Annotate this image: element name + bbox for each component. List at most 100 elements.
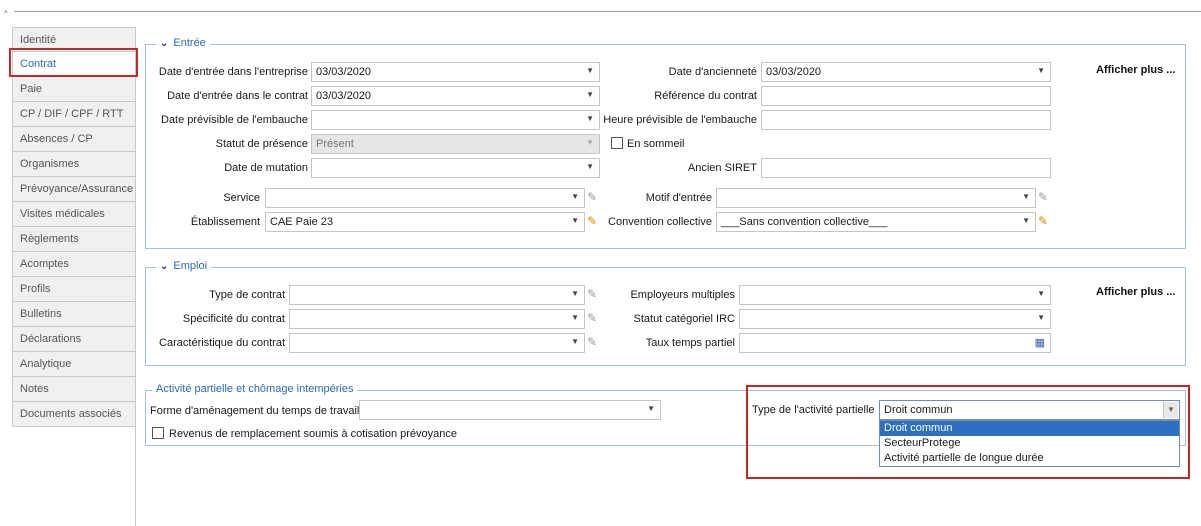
edit-pencil-icon[interactable]: ✎ [1038,214,1048,228]
date-anciennete-value: 03/03/2020 [766,66,822,78]
sidebar-item-cp-dif[interactable]: CP / DIF / CPF / RTT [12,102,136,127]
etablissement-label: Établissement [190,216,260,228]
dropdown-arrow-icon: ▼ [586,138,594,147]
top-divider [14,11,1201,12]
sidebar-item-prevoyance[interactable]: Prévoyance/Assurance [12,177,136,202]
edit-pencil-icon[interactable]: ✎ [587,190,597,204]
dropdown-arrow-icon[interactable]: ▼ [647,404,655,413]
emploi-group-header[interactable]: ⌄ Emploi [156,260,212,272]
specificite-label: Spécificité du contrat [182,313,285,325]
dropdown-arrow-icon[interactable]: ▼ [571,216,579,225]
date-mutation-field[interactable]: ▼ [311,158,600,178]
etablissement-field[interactable]: CAE Paie 23 ▼ [265,212,585,232]
sidebar-item-reglements[interactable]: Règlements [12,227,136,252]
sidebar-item-profils[interactable]: Profils [12,277,136,302]
en-sommeil-label: En sommeil [627,138,685,150]
dropdown-arrow-icon[interactable]: ▼ [1037,289,1045,298]
highlight-type-activite [746,385,1190,479]
entree-title: Entrée [173,37,206,49]
service-label: Service [223,192,260,204]
date-entree-entreprise-field[interactable]: 03/03/2020 ▼ [311,62,600,82]
dropdown-arrow-icon[interactable]: ▼ [571,192,579,201]
sidebar: Identité Contrat Paie CP / DIF / CPF / R… [12,27,136,427]
date-entree-entreprise-value: 03/03/2020 [316,66,372,78]
date-entree-contrat-value: 03/03/2020 [316,90,372,102]
dropdown-arrow-icon[interactable]: ▼ [586,114,594,123]
sidebar-item-visites[interactable]: Visites médicales [12,202,136,227]
forme-field[interactable]: ▼ [359,400,661,420]
dropdown-arrow-icon[interactable]: ▼ [586,90,594,99]
sidebar-item-absences[interactable]: Absences / CP [12,127,136,152]
heure-previsible-field[interactable] [761,110,1051,130]
date-entree-contrat-label: Date d'entrée dans le contrat [167,90,308,102]
revenus-checkbox[interactable] [152,427,164,439]
edit-pencil-icon[interactable]: ✎ [587,287,597,301]
specificite-field[interactable]: ▼ [289,309,585,329]
forme-label: Forme d'aménagement du temps de travail [150,405,360,417]
taux-temps-partiel-label: Taux temps partiel [645,337,735,349]
employeurs-multiples-field[interactable]: ▼ [739,285,1051,305]
emploi-title: Emploi [173,260,208,272]
edit-pencil-icon[interactable]: ✎ [587,214,597,228]
collapse-caret-icon[interactable]: ‸ [4,0,8,13]
statut-presence-field: Présent ▼ [311,134,600,154]
service-field[interactable]: ▼ [265,188,585,208]
ancien-siret-field[interactable] [761,158,1051,178]
statut-irc-field[interactable]: ▼ [739,309,1051,329]
type-contrat-label: Type de contrat [209,289,285,301]
dropdown-arrow-icon[interactable]: ▼ [1037,66,1045,75]
employeurs-multiples-label: Employeurs multiples [630,289,735,301]
type-contrat-field[interactable]: ▼ [289,285,585,305]
sidebar-item-documents[interactable]: Documents associés [12,402,136,427]
dropdown-arrow-icon[interactable]: ▼ [571,289,579,298]
activite-group-header: Activité partielle et chômage intempérie… [152,383,358,395]
dropdown-arrow-icon[interactable]: ▼ [586,66,594,75]
taux-temps-partiel-field[interactable]: ▦ [739,333,1051,353]
dropdown-arrow-icon[interactable]: ▼ [586,162,594,171]
date-previsible-field[interactable]: ▼ [311,110,600,130]
edit-pencil-icon[interactable]: ✎ [587,335,597,349]
sidebar-item-paie[interactable]: Paie [12,77,136,102]
caracteristique-label: Caractéristique du contrat [159,337,285,349]
emploi-afficher-plus-link[interactable]: Afficher plus ... [1096,286,1175,298]
chevron-down-icon: ⌄ [160,37,169,49]
entree-group-header[interactable]: ⌄ Entrée [156,37,210,49]
convention-field[interactable]: ___Sans convention collective___ ▼ [716,212,1036,232]
reference-contrat-field[interactable] [761,86,1051,106]
convention-value: ___Sans convention collective___ [721,216,888,228]
date-mutation-label: Date de mutation [224,162,308,174]
date-entree-entreprise-label: Date d'entrée dans l'entreprise [158,66,308,78]
caracteristique-field[interactable]: ▼ [289,333,585,353]
edit-pencil-icon[interactable]: ✎ [1038,190,1048,204]
calculator-icon[interactable]: ▦ [1035,336,1045,349]
sidebar-item-bulletins[interactable]: Bulletins [12,302,136,327]
sidebar-item-organismes[interactable]: Organismes [12,152,136,177]
en-sommeil-checkbox[interactable] [611,137,623,149]
convention-label: Convention collective [608,216,712,228]
statut-presence-label: Statut de présence [215,138,308,150]
date-anciennete-field[interactable]: 03/03/2020 ▼ [761,62,1051,82]
top-bar: ‸ [0,0,1201,14]
heure-previsible-label: Heure prévisible de l'embauche [603,114,757,126]
dropdown-arrow-icon[interactable]: ▼ [571,337,579,346]
sidebar-item-declarations[interactable]: Déclarations [12,327,136,352]
dropdown-arrow-icon[interactable]: ▼ [571,313,579,322]
ancien-siret-label: Ancien SIRET [687,162,757,174]
date-entree-contrat-field[interactable]: 03/03/2020 ▼ [311,86,600,106]
dropdown-arrow-icon[interactable]: ▼ [1022,192,1030,201]
motif-entree-field[interactable]: ▼ [716,188,1036,208]
date-previsible-label: Date prévisible de l'embauche [160,114,308,126]
motif-entree-label: Motif d'entrée [645,192,712,204]
sidebar-item-acomptes[interactable]: Acomptes [12,252,136,277]
dropdown-arrow-icon[interactable]: ▼ [1022,216,1030,225]
entree-afficher-plus-link[interactable]: Afficher plus ... [1096,64,1175,76]
sidebar-item-analytique[interactable]: Analytique [12,352,136,377]
dropdown-arrow-icon[interactable]: ▼ [1037,313,1045,322]
sidebar-item-notes[interactable]: Notes [12,377,136,402]
edit-pencil-icon[interactable]: ✎ [587,311,597,325]
activite-title: Activité partielle et chômage intempérie… [156,383,354,395]
revenus-label: Revenus de remplacement soumis à cotisat… [169,428,457,440]
sidebar-divider [135,27,136,526]
reference-contrat-label: Référence du contrat [654,90,757,102]
statut-irc-label: Statut catégoriel IRC [633,313,736,325]
